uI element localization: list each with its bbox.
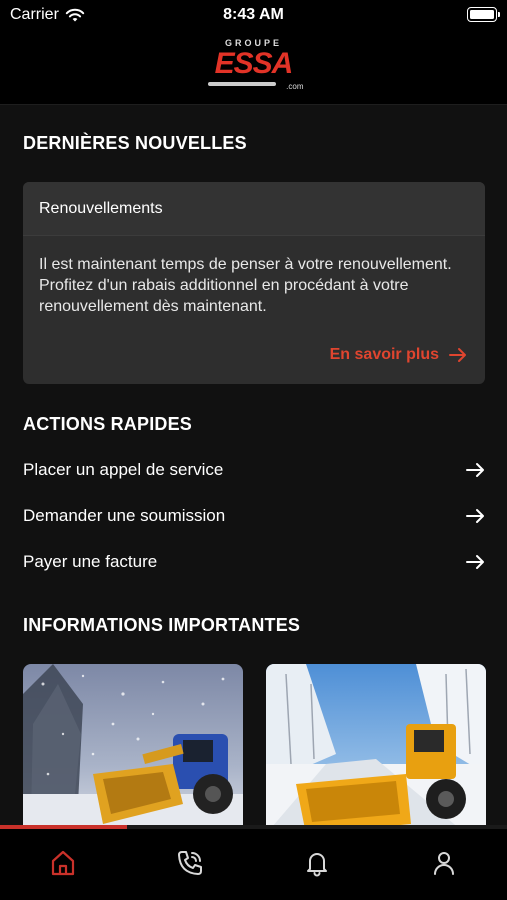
action-service-call[interactable]: Placer un appel de service [23,455,485,485]
status-bar: Carrier 8:43 AM [0,0,507,32]
learn-more-label: En savoir plus [329,346,439,363]
tab-bar [0,829,507,900]
tab-home[interactable] [0,829,127,900]
home-icon [52,850,75,876]
user-icon [433,852,454,875]
app-logo: GROUPE ESSA .com [0,38,507,98]
bell-icon [306,853,327,877]
info-card[interactable] [266,664,486,825]
action-label: Payer une facture [23,552,158,571]
action-pay-invoice[interactable]: Payer une facture [23,547,485,577]
tab-contact[interactable] [127,829,254,900]
info-card[interactable] [23,664,243,825]
action-label: Demander une soumission [23,506,226,525]
learn-more-link[interactable]: En savoir plus [330,346,467,364]
arrow-right-icon [466,509,484,523]
news-card-body: Il est maintenant temps de penser à votr… [39,256,452,315]
action-request-quote[interactable]: Demander une soumission [23,501,485,531]
logo-essa-text: ESSA [214,47,294,80]
info-card-image [23,664,243,825]
action-label: Placer un appel de service [23,460,224,479]
logo-swoosh [207,82,276,86]
important-info-title: INFORMATIONS IMPORTANTES [23,615,301,635]
news-section-title: DERNIÈRES NOUVELLES [23,133,247,153]
news-card-title: Renouvellements [23,182,485,236]
battery-icon [467,7,500,22]
tab-notifications[interactable] [254,829,381,900]
arrow-right-icon [449,348,466,362]
quick-actions-title: ACTIONS RAPIDES [23,414,193,434]
logo-com-text: .com [286,82,304,91]
news-card[interactable]: Renouvellements Il est maintenant temps … [23,182,485,384]
phone-call-icon [178,851,203,875]
home-content[interactable]: DERNIÈRES NOUVELLES Renouvellements Il e… [0,105,507,825]
status-time: 8:43 AM [223,6,284,23]
arrow-right-icon [466,555,484,569]
info-card-image [266,664,486,825]
arrow-right-icon [466,463,484,477]
tab-profile[interactable] [380,829,507,900]
